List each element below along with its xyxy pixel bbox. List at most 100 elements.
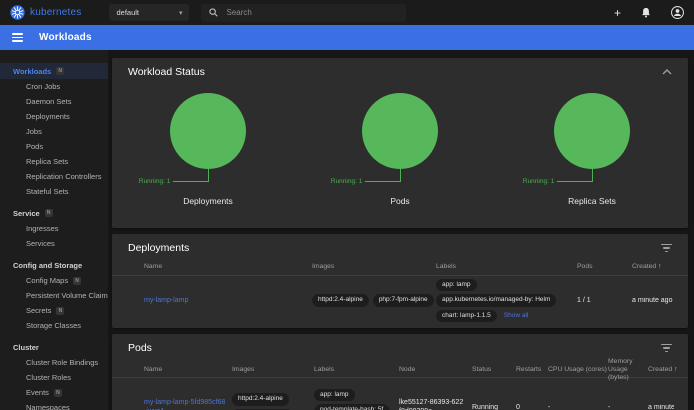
create-resource-button[interactable]: + bbox=[614, 7, 621, 19]
sidebar-item-label: Replica Sets bbox=[26, 157, 68, 166]
sidebar-item-config-maps[interactable]: Config Maps N bbox=[0, 273, 108, 288]
sidebar-item-cron-jobs[interactable]: Cron Jobs bbox=[0, 79, 108, 94]
sidebar-item-service[interactable]: Service N bbox=[0, 205, 108, 221]
sidebar-item-secrets[interactable]: Secrets N bbox=[0, 303, 108, 318]
pods-ready-count: 1 / 1 bbox=[577, 297, 632, 304]
sidebar-item-label: Ingresses bbox=[26, 224, 59, 233]
sidebar-item-label: Persistent Volume Claims bbox=[26, 291, 108, 300]
filter-icon[interactable] bbox=[661, 344, 672, 352]
notifications-bell-icon[interactable] bbox=[641, 7, 651, 18]
label-chip: app: lamp bbox=[436, 279, 477, 291]
sidebar-item-label: Secrets bbox=[26, 306, 51, 315]
brand-name: kubernetes bbox=[30, 7, 81, 18]
app-bar: Workloads bbox=[0, 25, 694, 50]
sidebar-item-daemon-sets[interactable]: Daemon Sets bbox=[0, 94, 108, 109]
chevron-down-icon: ▾ bbox=[179, 9, 183, 17]
column-header-node[interactable]: Node bbox=[399, 366, 472, 374]
menu-hamburger-icon[interactable] bbox=[12, 33, 23, 42]
sidebar-item-config-and-storage[interactable]: Config and Storage bbox=[0, 257, 108, 273]
sidebar-item-cluster-roles[interactable]: Cluster Roles bbox=[0, 370, 108, 385]
sidebar-item-persistent-volume-claims[interactable]: Persistent Volume Claims N bbox=[0, 288, 108, 303]
sidebar-item-services[interactable]: Services bbox=[0, 236, 108, 251]
sidebar-item-deployments[interactable]: Deployments bbox=[0, 109, 108, 124]
column-header-created[interactable]: Created ↑ bbox=[648, 366, 674, 374]
sidebar-item-namespaces[interactable]: Namespaces bbox=[0, 400, 108, 410]
sidebar-item-label: Storage Classes bbox=[26, 321, 81, 330]
show-all-link[interactable]: Show all bbox=[504, 312, 529, 319]
column-header-images[interactable]: Images bbox=[312, 263, 436, 271]
account-user-icon[interactable] bbox=[671, 6, 684, 19]
search-bar[interactable] bbox=[201, 4, 406, 22]
column-header-images[interactable]: Images bbox=[232, 366, 314, 374]
sidebar-item-workloads[interactable]: Workloads N bbox=[0, 63, 108, 79]
workload-status-card: Workload Status Running: 1 Deployments bbox=[112, 58, 688, 228]
main-content: Workload Status Running: 1 Deployments bbox=[108, 50, 694, 410]
sidebar-item-replica-sets[interactable]: Replica Sets bbox=[0, 154, 108, 169]
image-chip: php:7-fpm-alpine bbox=[373, 294, 434, 306]
running-count-label: Running: 1 bbox=[523, 178, 554, 185]
pod-name-link[interactable]: my-lamp-lamp-5fd985cf68-jwvz4 bbox=[144, 399, 225, 410]
sidebar-item-label: Services bbox=[26, 239, 55, 248]
namespaced-badge-icon: N bbox=[56, 67, 64, 75]
pod-status: Running bbox=[472, 404, 516, 410]
search-input[interactable] bbox=[226, 8, 376, 17]
sidebar-item-ingresses[interactable]: Ingresses bbox=[0, 221, 108, 236]
collapse-chevron-up-icon[interactable] bbox=[662, 69, 672, 75]
workload-status-title: Workload Status bbox=[128, 66, 205, 78]
sidebar-item-label: Daemon Sets bbox=[26, 97, 71, 106]
sort-arrow-icon: ↑ bbox=[658, 263, 661, 270]
kubernetes-logo-link[interactable]: kubernetes bbox=[10, 5, 81, 20]
pods-pie bbox=[362, 93, 438, 169]
sidebar-item-label: Deployments bbox=[26, 112, 70, 121]
sidebar-item-events[interactable]: Events N bbox=[0, 385, 108, 400]
filter-icon[interactable] bbox=[661, 244, 672, 252]
top-bar: kubernetes default ▾ + bbox=[0, 0, 694, 25]
column-header-pods[interactable]: Pods bbox=[577, 263, 632, 271]
image-chip: httpd:2.4-alpine bbox=[312, 294, 369, 306]
memory-usage-value: - bbox=[608, 404, 648, 410]
label-chip: app.kubernetes.io/managed-by: Helm bbox=[436, 294, 556, 306]
column-header-cpu-usage[interactable]: CPU Usage (cores) bbox=[548, 366, 608, 374]
running-count-label: Running: 1 bbox=[331, 178, 362, 185]
table-row: my-lamp-lamp httpd:2.4-alpine php:7-fpm-… bbox=[112, 276, 688, 325]
deployments-status-chart: Running: 1 Deployments bbox=[112, 82, 304, 222]
deployments-card: Deployments Name Images Labels Pods Crea… bbox=[112, 234, 688, 328]
deployment-name-link[interactable]: my-lamp-lamp bbox=[144, 297, 188, 304]
column-header-created[interactable]: Created ↑ bbox=[632, 263, 674, 271]
column-header-labels[interactable]: Labels bbox=[314, 366, 399, 374]
namespaced-badge-icon: N bbox=[73, 277, 81, 285]
namespace-selector[interactable]: default ▾ bbox=[109, 4, 189, 21]
sidebar-item-pods[interactable]: Pods bbox=[0, 139, 108, 154]
deployments-title: Deployments bbox=[128, 242, 189, 254]
running-count-label: Running: 1 bbox=[139, 178, 170, 185]
sidebar-item-cluster[interactable]: Cluster bbox=[0, 339, 108, 355]
image-chip: httpd:2.4-alpine bbox=[232, 393, 289, 405]
column-header-labels[interactable]: Labels bbox=[436, 263, 577, 271]
sidebar-item-cluster-role-bindings[interactable]: Cluster Role Bindings bbox=[0, 355, 108, 370]
sidebar-item-label: Namespaces bbox=[26, 403, 70, 410]
sidebar-item-label: Jobs bbox=[26, 127, 42, 136]
column-header-name[interactable]: Name bbox=[144, 366, 232, 374]
sidebar-item-label: Stateful Sets bbox=[26, 187, 69, 196]
sidebar-item-label: Config Maps bbox=[26, 276, 68, 285]
sidebar-item-jobs[interactable]: Jobs bbox=[0, 124, 108, 139]
pods-title: Pods bbox=[128, 342, 152, 354]
sidebar-item-label: Replication Controllers bbox=[26, 172, 101, 181]
sidebar-nav: Workloads N Cron Jobs Daemon Sets Deploy… bbox=[0, 50, 108, 410]
sidebar-item-label: Cluster Roles bbox=[26, 373, 71, 382]
pods-card: Pods Name Images Labels Node Status Rest… bbox=[112, 334, 688, 410]
column-header-restarts[interactable]: Restarts bbox=[516, 366, 548, 374]
sidebar-item-storage-classes[interactable]: Storage Classes bbox=[0, 318, 108, 333]
chart-title: Deployments bbox=[112, 196, 304, 206]
column-header-name[interactable]: Name bbox=[144, 263, 312, 271]
namespace-value: default bbox=[116, 8, 178, 17]
sidebar-item-label: Workloads bbox=[13, 67, 51, 76]
deployments-pie bbox=[170, 93, 246, 169]
replica-sets-status-chart: Running: 1 Replica Sets bbox=[496, 82, 688, 222]
sidebar-item-replication-controllers[interactable]: Replication Controllers bbox=[0, 169, 108, 184]
label-chip: app: lamp bbox=[314, 389, 355, 401]
sidebar-item-stateful-sets[interactable]: Stateful Sets bbox=[0, 184, 108, 199]
column-header-memory-usage[interactable]: Memory Usage (bytes) bbox=[608, 358, 648, 381]
label-chip: chart: lamp-1.1.5 bbox=[436, 310, 497, 322]
column-header-status[interactable]: Status bbox=[472, 366, 516, 374]
